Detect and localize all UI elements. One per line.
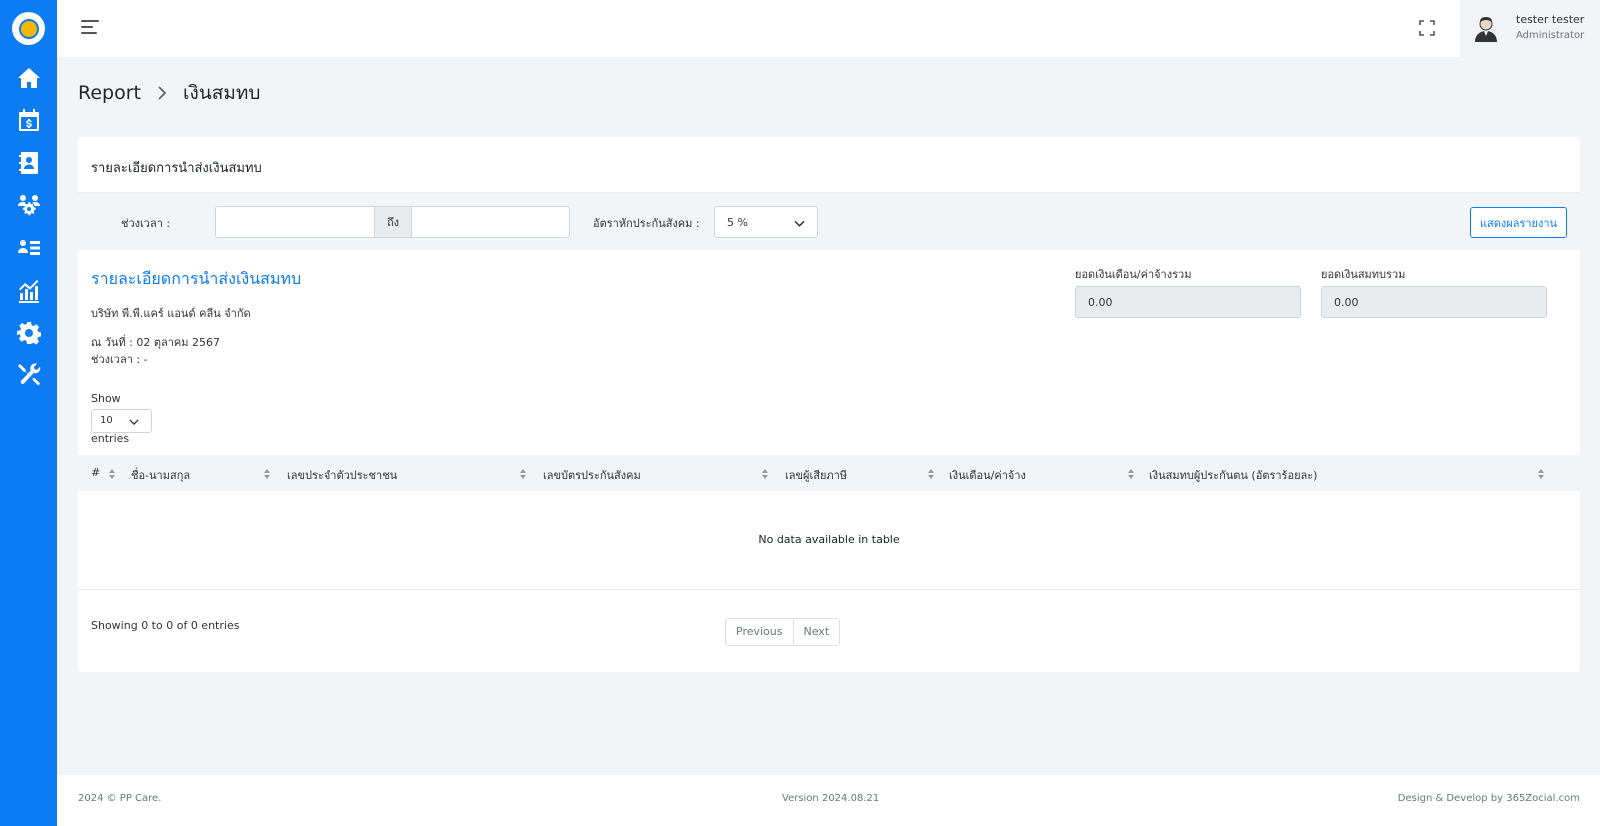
- report-card: รายละเอียดการนำส่งเงินสมทบ ช่วงเวลา : ถึ…: [78, 137, 1580, 672]
- user-role: Administrator: [1516, 30, 1585, 41]
- show-report-button[interactable]: แสดงผลรายงาน: [1470, 207, 1567, 238]
- breadcrumb-parent[interactable]: Report: [78, 82, 141, 104]
- to-addon: ถึง: [375, 206, 412, 238]
- report-date: ณ วันที่ : 02 ตุลาคม 2567: [91, 336, 221, 349]
- rate-select[interactable]: 5 %: [714, 206, 818, 238]
- report-title: รายละเอียดการนำส่งเงินสมทบ: [91, 269, 302, 288]
- rate-label: อัตราหักประกันสังคม :: [593, 217, 700, 230]
- column-header-salary[interactable]: เงินเดือน/ค่าจ้าง: [949, 466, 1026, 484]
- sum-contribution-label: ยอดเงินสมทบรวม: [1321, 268, 1406, 281]
- user-name: tester tester: [1516, 13, 1585, 26]
- table-info: Showing 0 to 0 of 0 entries: [91, 619, 240, 632]
- sum-salary-label: ยอดเงินเดือน/ค่าจ้างรวม: [1075, 268, 1192, 281]
- date-from-input[interactable]: [215, 206, 375, 238]
- breadcrumb: Report เงินสมทบ: [78, 78, 260, 108]
- fullscreen-icon[interactable]: [1419, 20, 1435, 36]
- sort-icon[interactable]: [520, 469, 526, 479]
- footer-copyright: 2024 © PP Care.: [78, 793, 162, 804]
- user-menu[interactable]: tester tester Administrator: [1460, 0, 1600, 57]
- home-icon[interactable]: [16, 65, 42, 91]
- avatar: [1475, 17, 1497, 42]
- chart-report-icon[interactable]: [16, 278, 42, 304]
- users-gear-icon[interactable]: [16, 192, 42, 218]
- footer-version: Version 2024.08.21: [782, 793, 880, 804]
- breadcrumb-current: เงินสมทบ: [182, 82, 261, 104]
- sort-icon[interactable]: [928, 469, 934, 479]
- rate-select-value: 5 %: [727, 216, 748, 229]
- next-page-button[interactable]: Next: [792, 619, 840, 645]
- menu-toggle-icon[interactable]: [81, 20, 99, 36]
- chevron-right-icon: [158, 86, 167, 100]
- column-header-tax-id[interactable]: เลขผู้เสียภาษี: [785, 466, 847, 484]
- chevron-down-icon: [794, 220, 805, 227]
- sort-icon[interactable]: [1538, 469, 1544, 479]
- app-logo[interactable]: [12, 12, 45, 45]
- table-body: No data available in table: [78, 491, 1580, 590]
- sum-contribution-field: 0.00: [1321, 286, 1547, 318]
- table-header: # ชื่อ-นามสกุล เลขประจำตัวประชาชน เลขบัต…: [78, 455, 1580, 491]
- pagination: Previous Next: [725, 618, 841, 646]
- report-period: ช่วงเวลา : -: [91, 353, 148, 366]
- logo-mark: [18, 18, 39, 39]
- footer-credit[interactable]: Design & Develop by 365Zocial.com: [1398, 793, 1580, 804]
- column-header-citizen-id[interactable]: เลขประจำตัวประชาชน: [287, 466, 397, 484]
- previous-page-button[interactable]: Previous: [726, 619, 793, 645]
- card-header: รายละเอียดการนำส่งเงินสมทบ: [78, 137, 1580, 193]
- topbar: tester tester Administrator: [57, 0, 1600, 57]
- entries-label: entries: [91, 432, 130, 445]
- date-to-input[interactable]: [412, 206, 570, 238]
- page-length-value: 10: [100, 415, 113, 426]
- column-header-index[interactable]: #: [91, 466, 100, 479]
- sort-icon[interactable]: [109, 469, 115, 479]
- sort-icon[interactable]: [264, 469, 270, 479]
- page-length-select[interactable]: 10: [91, 409, 152, 433]
- sort-icon[interactable]: [762, 469, 768, 479]
- column-header-contribution[interactable]: เงินสมทบผู้ประกันตน (อัตราร้อยละ): [1149, 466, 1317, 484]
- chevron-down-icon: [129, 419, 139, 426]
- footer: 2024 © PP Care. Version 2024.08.21 Desig…: [57, 775, 1600, 826]
- empty-table-message: No data available in table: [758, 533, 900, 546]
- sum-salary-field: 0.00: [1075, 286, 1301, 318]
- period-label: ช่วงเวลา :: [121, 217, 171, 230]
- sort-icon[interactable]: [1128, 469, 1134, 479]
- card-title: รายละเอียดการนำส่งเงินสมทบ: [91, 161, 262, 176]
- column-header-social-security-no[interactable]: เลขบัตรประกันสังคม: [543, 466, 641, 484]
- settings-gear-icon[interactable]: [16, 320, 42, 346]
- user-list-icon[interactable]: [16, 235, 42, 261]
- contacts-book-icon[interactable]: [16, 150, 42, 176]
- filter-bar: ช่วงเวลา : ถึง อัตราหักประกันสังคม : 5 %…: [78, 193, 1580, 250]
- sidebar: [0, 0, 57, 826]
- column-header-name[interactable]: ชื่อ-นามสกุล: [131, 466, 190, 484]
- show-label: Show: [91, 392, 121, 405]
- company-name: บริษัท พี.พี.แคร์ แอนด์ คลีน จำกัด: [91, 307, 251, 320]
- calendar-dollar-icon[interactable]: [16, 107, 42, 133]
- tools-icon[interactable]: [16, 362, 42, 388]
